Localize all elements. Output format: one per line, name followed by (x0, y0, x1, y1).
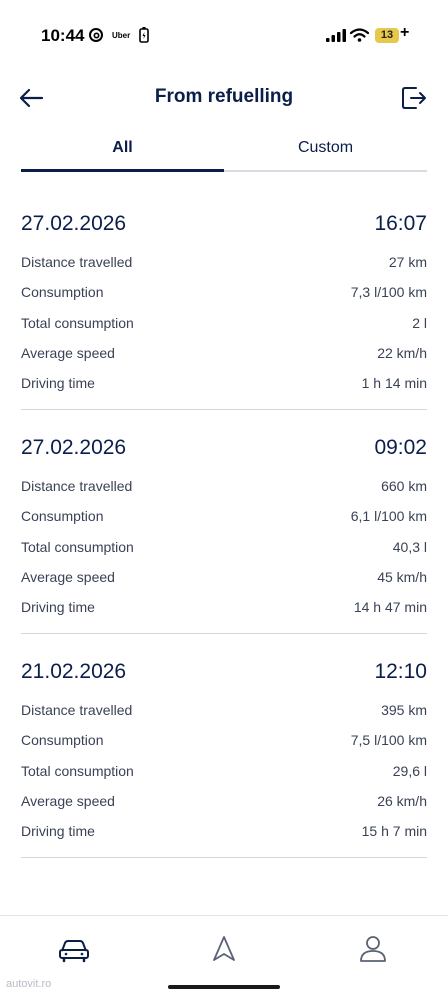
row-label: Distance travelled (21, 254, 133, 270)
row-label: Total consumption (21, 538, 134, 555)
charging-battery-icon (139, 27, 149, 43)
trip-header: 27.02.2026 09:02 (21, 424, 427, 472)
trip-row: Average speed 26 km/h (21, 787, 427, 817)
trip-row: Distance travelled 660 km (21, 472, 427, 502)
trip-row: Total consumption 2 l (21, 309, 427, 339)
navigation-arrow-icon[interactable] (207, 932, 241, 966)
trip-card[interactable]: 27.02.2026 16:07 Distance travelled 27 km… (21, 200, 427, 424)
trip-row: Driving time 1 h 14 min (21, 369, 427, 399)
divider (21, 633, 427, 634)
row-label: Consumption (21, 284, 104, 301)
row-value: 45 km/h (377, 568, 427, 585)
trip-header: 21.02.2026 12:10 (21, 648, 427, 696)
row-label: Driving time (21, 599, 95, 616)
row-label: Distance travelled (21, 702, 133, 718)
status-bar: 10:44 Uber 13 + (0, 0, 448, 70)
trip-card[interactable]: 21.02.2026 12:10 Distance travelled 395 k… (21, 648, 427, 872)
row-label: Distance travelled (21, 478, 133, 494)
row-value: 7,3 l/100 km (350, 284, 427, 301)
divider (21, 409, 427, 410)
trip-row: Total consumption 29,6 l (21, 757, 427, 787)
row-value: 1 h 14 min (361, 375, 427, 392)
row-label: Consumption (21, 732, 104, 749)
trip-date: 21.02.2026 (21, 660, 127, 683)
profile-icon[interactable] (356, 932, 390, 966)
row-label: Consumption (21, 508, 104, 525)
trip-row: Consumption 7,5 l/100 km (21, 726, 427, 756)
trip-row: Total consumption 40,3 l (21, 533, 427, 563)
threads-icon (89, 28, 103, 42)
watermark: autovit.ro (6, 978, 52, 990)
tab-bar: All Custom (21, 132, 427, 174)
trip-time: 12:10 (374, 660, 427, 683)
wifi-icon (350, 28, 369, 42)
trip-row: Consumption 6,1 l/100 km (21, 502, 427, 532)
trip-row: Distance travelled 27 km (21, 248, 427, 278)
trip-time: 09:02 (374, 436, 427, 459)
row-label: Average speed (21, 792, 115, 809)
tab-active-indicator (21, 169, 224, 172)
row-value: 27 km (388, 254, 427, 270)
trip-date: 27.02.2026 (21, 212, 127, 235)
row-value: 6,1 l/100 km (350, 508, 427, 525)
row-value: 14 h 47 min (353, 599, 427, 616)
trip-row: Driving time 14 h 47 min (21, 593, 427, 623)
trip-row: Average speed 22 km/h (21, 339, 427, 369)
row-label: Average speed (21, 344, 115, 361)
row-value: 22 km/h (377, 344, 427, 361)
row-value: 40,3 l (392, 538, 427, 555)
page-title: From refuelling (154, 86, 294, 107)
row-value: 395 km (381, 702, 427, 718)
row-label: Total consumption (21, 762, 134, 779)
divider (21, 857, 427, 858)
row-value: 7,5 l/100 km (350, 732, 427, 749)
exit-icon[interactable] (400, 84, 428, 112)
uber-label: Uber (112, 31, 131, 40)
car-icon[interactable] (57, 932, 91, 966)
row-value: 660 km (381, 478, 427, 494)
trip-time: 16:07 (374, 212, 427, 235)
row-value: 29,6 l (392, 762, 427, 779)
row-value: 15 h 7 min (361, 823, 427, 840)
trip-date: 27.02.2026 (21, 436, 127, 459)
row-label: Total consumption (21, 314, 134, 331)
signal-icon (326, 29, 346, 42)
header: From refuelling (0, 80, 448, 116)
tab-all[interactable]: All (21, 132, 224, 170)
trip-list: 27.02.2026 16:07 Distance travelled 27 km… (21, 200, 427, 872)
row-value: 2 l (412, 314, 427, 331)
trip-row: Driving time 15 h 7 min (21, 817, 427, 847)
trip-row: Consumption 7,3 l/100 km (21, 278, 427, 308)
trip-row: Distance travelled 395 km (21, 696, 427, 726)
trip-row: Average speed 45 km/h (21, 563, 427, 593)
home-indicator[interactable] (168, 985, 280, 989)
trip-card[interactable]: 27.02.2026 09:02 Distance travelled 660 k… (21, 424, 427, 648)
battery-charging-plus: + (400, 24, 410, 41)
status-time: 10:44 (41, 26, 85, 45)
trip-header: 27.02.2026 16:07 (21, 200, 427, 248)
row-label: Average speed (21, 568, 115, 585)
row-value: 26 km/h (377, 792, 427, 809)
screen: 10:44 Uber 13 + From refuelling All Cust… (0, 0, 448, 1000)
tab-custom[interactable]: Custom (224, 132, 427, 170)
row-label: Driving time (21, 823, 95, 840)
row-label: Driving time (21, 375, 95, 392)
battery-level: 13 (375, 28, 399, 43)
